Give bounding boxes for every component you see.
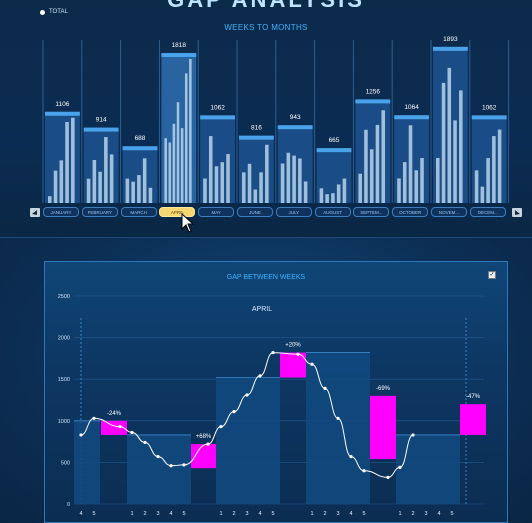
x-tick-label: 4 (437, 511, 440, 517)
trend-point (169, 464, 173, 468)
trend-point (182, 463, 186, 467)
x-tick-label: 2 (143, 511, 146, 517)
gap-percent-label: +20% (285, 343, 301, 349)
gap-percent-label: -47% (466, 394, 481, 400)
y-tick-label: 0 (67, 502, 70, 508)
week-step-bar (216, 377, 280, 504)
x-tick-label: 3 (336, 511, 339, 517)
trend-point (232, 410, 236, 414)
x-tick-label: 5 (182, 511, 185, 517)
y-tick-label: 1000 (58, 419, 70, 425)
gap-box (370, 395, 396, 460)
trend-point (245, 393, 249, 397)
x-tick-label: 4 (79, 511, 82, 517)
trend-point (271, 350, 275, 355)
trend-point (296, 352, 300, 356)
x-tick-label: 2 (323, 511, 326, 517)
trend-point (118, 425, 122, 429)
x-tick-label: 2 (411, 511, 414, 517)
trend-point (411, 433, 415, 437)
week-step-bar (396, 434, 460, 504)
x-tick-label: 4 (258, 511, 261, 517)
x-tick-label: 5 (450, 511, 453, 517)
x-tick-label: 4 (169, 511, 172, 517)
trend-point (258, 374, 262, 378)
x-tick-label: 5 (362, 511, 365, 517)
y-tick-label: 500 (61, 460, 70, 466)
trend-point (79, 433, 83, 437)
trend-point (92, 416, 96, 420)
x-tick-label: 1 (398, 511, 401, 517)
trend-point (349, 454, 353, 459)
gap-percent-label: +68% (196, 434, 212, 440)
x-tick-label: 3 (245, 511, 248, 517)
trend-point (323, 386, 327, 390)
trend-point (156, 454, 160, 459)
trend-point (219, 425, 223, 429)
x-tick-label: 5 (271, 511, 274, 517)
trend-point (398, 465, 402, 469)
x-tick-label: 1 (130, 511, 133, 517)
x-tick-label: 3 (424, 511, 427, 517)
x-tick-label: 3 (156, 511, 159, 517)
y-tick-label: 2500 (58, 294, 70, 300)
x-tick-label: 1 (310, 511, 313, 517)
y-tick-label: 1500 (58, 377, 70, 383)
gap-between-weeks-chart: 0 500 1000 1500 2000 2500 4 5 1 2 3 4 5 1 2 3 4 5 1 2 3 4 5 1 2 3… (58, 294, 486, 517)
gap-percent-label: -24% (107, 411, 122, 417)
gap-box (460, 404, 486, 435)
x-tick-label: 4 (349, 511, 352, 517)
y-tick-label: 2000 (58, 336, 70, 342)
week-step-bar (127, 434, 191, 504)
trend-point (130, 430, 134, 435)
trend-point (362, 469, 366, 473)
x-tick-label: 2 (232, 511, 235, 517)
trend-point (336, 416, 340, 420)
trend-point (206, 442, 210, 446)
trend-point (310, 362, 314, 366)
week-step-bar (74, 420, 100, 504)
week-step-bar (306, 352, 370, 504)
trend-point (143, 440, 147, 445)
trend-point (386, 475, 390, 479)
x-tick-label: 5 (92, 511, 95, 517)
x-tick-label: 1 (219, 511, 222, 517)
gap-percent-label: -69% (376, 386, 391, 392)
